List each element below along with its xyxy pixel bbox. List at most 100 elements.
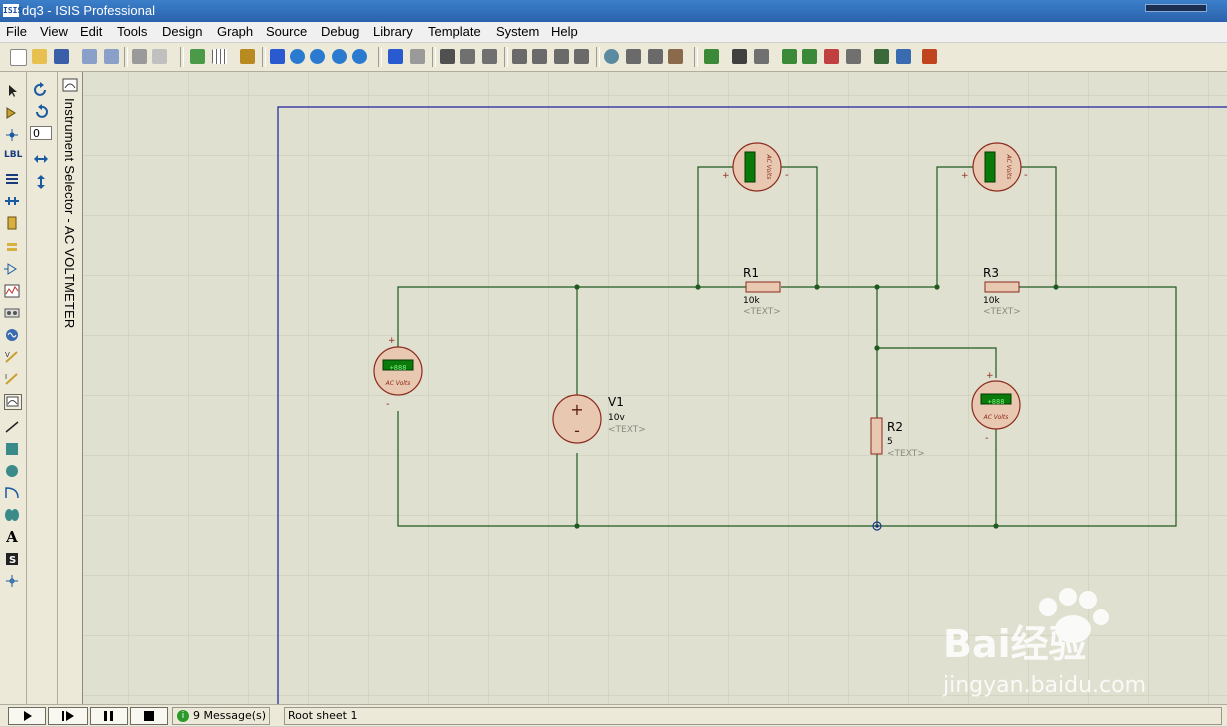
meter-right-label: AC Volts [983, 414, 1009, 421]
circle-tool-icon[interactable] [4, 464, 20, 478]
rotate-clockwise-icon[interactable] [33, 82, 49, 101]
voltage-probe-icon[interactable]: V [4, 350, 20, 364]
pause-button[interactable] [90, 707, 128, 725]
import-icon[interactable] [82, 49, 97, 64]
save-icon[interactable] [54, 49, 69, 64]
cut-icon[interactable] [440, 49, 455, 64]
exit-to-parent-icon[interactable] [846, 49, 861, 64]
r2-reference: R2 [887, 420, 903, 434]
origin-icon[interactable] [240, 49, 255, 64]
menu-template[interactable]: Template [428, 24, 481, 39]
menu-debug[interactable]: Debug [321, 24, 359, 39]
make-device-icon[interactable] [626, 49, 641, 64]
graph-mode-icon[interactable] [4, 284, 20, 298]
menu-tools[interactable]: Tools [117, 24, 147, 39]
grid-toggle-icon[interactable] [212, 49, 227, 64]
menu-edit[interactable]: Edit [80, 24, 102, 39]
add-sheet-icon[interactable] [802, 49, 817, 64]
r1-text-field: <TEXT> [743, 307, 781, 317]
instrument-selector-icon[interactable] [62, 78, 78, 95]
export-icon[interactable] [104, 49, 119, 64]
zoom-area-icon[interactable] [352, 49, 367, 64]
step-button[interactable] [48, 707, 88, 725]
schematic-canvas[interactable]: R1 10k <TEXT> R3 10k <TEXT> R2 5 <TEXT> … [83, 72, 1227, 704]
junction-dot-icon[interactable] [4, 128, 20, 142]
remove-sheet-icon[interactable] [824, 49, 839, 64]
property-tool-icon[interactable] [754, 49, 769, 64]
line-tool-icon[interactable] [4, 420, 20, 434]
selection-mode-icon[interactable] [4, 84, 20, 98]
open-folder-icon[interactable] [32, 49, 47, 64]
device-pins-icon[interactable] [4, 262, 20, 276]
zoom-all-icon[interactable] [332, 49, 347, 64]
undo-icon[interactable] [388, 49, 403, 64]
virtual-instruments-icon[interactable] [4, 394, 22, 410]
v1-text-field: <TEXT> [608, 425, 646, 435]
rotate-anticlockwise-icon[interactable] [33, 104, 49, 123]
pick-device-icon[interactable] [604, 49, 619, 64]
wire-autorouter-icon[interactable] [704, 49, 719, 64]
print-icon[interactable] [132, 49, 147, 64]
stop-button[interactable] [130, 707, 168, 725]
marker-tool-icon[interactable] [4, 574, 20, 588]
wire-label-icon[interactable]: LBL [4, 150, 22, 164]
path-tool-icon[interactable] [4, 508, 20, 522]
zoom-in-icon[interactable] [290, 49, 305, 64]
paste-icon[interactable] [482, 49, 497, 64]
block-copy-icon[interactable] [512, 49, 527, 64]
meter-r1-plus: + [722, 171, 730, 181]
toolbar-separator [262, 47, 266, 67]
refresh-icon[interactable] [190, 49, 205, 64]
mirror-vertical-icon[interactable] [34, 174, 48, 193]
message-count[interactable]: i 9 Message(s) [172, 707, 270, 725]
menu-design[interactable]: Design [162, 24, 202, 39]
meter-r1-label: AC Volts [765, 154, 772, 180]
meter-r3-plus: + [961, 171, 969, 181]
print-area-icon[interactable] [152, 49, 167, 64]
zoom-out-icon[interactable] [310, 49, 325, 64]
component-mode-icon[interactable] [4, 106, 20, 120]
menu-graph[interactable]: Graph [217, 24, 253, 39]
redo-icon[interactable] [410, 49, 425, 64]
box-tool-icon[interactable] [4, 442, 20, 456]
decompose-icon[interactable] [668, 49, 683, 64]
search-tag-icon[interactable] [732, 49, 747, 64]
toolbar-separator [378, 47, 382, 67]
block-delete-icon[interactable] [574, 49, 589, 64]
terminals-icon[interactable] [4, 240, 20, 254]
electrical-rule-check-icon[interactable] [896, 49, 911, 64]
subcircuit-icon[interactable] [4, 216, 20, 230]
packaging-tool-icon[interactable] [648, 49, 663, 64]
menu-view[interactable]: View [40, 24, 68, 39]
arc-tool-icon[interactable] [4, 486, 20, 500]
menu-bar: File View Edit Tools Design Graph Source… [0, 22, 1227, 43]
menu-library[interactable]: Library [373, 24, 413, 39]
instrument-selector-title: Instrument Selector - AC VOLTMETER [62, 98, 77, 329]
pan-icon[interactable] [270, 49, 285, 64]
mirror-horizontal-icon[interactable] [33, 152, 49, 169]
copy-icon[interactable] [460, 49, 475, 64]
text-script-icon[interactable] [4, 172, 20, 186]
toolbar-separator [694, 47, 698, 67]
new-sheet-icon[interactable] [782, 49, 797, 64]
block-rotate-icon[interactable] [554, 49, 569, 64]
menu-file[interactable]: File [6, 24, 27, 39]
buses-icon[interactable] [4, 194, 20, 208]
schematic-drawing[interactable]: R1 10k <TEXT> R3 10k <TEXT> R2 5 <TEXT> … [83, 72, 1227, 704]
text-tool-icon[interactable]: A [4, 530, 20, 545]
ares-netlist-icon[interactable] [922, 49, 937, 64]
rotation-angle-input[interactable]: 0 [30, 126, 52, 140]
play-button[interactable] [8, 707, 46, 725]
bill-of-materials-icon[interactable] [874, 49, 889, 64]
new-file-icon[interactable] [10, 49, 27, 66]
v1-value: 10v [608, 413, 625, 423]
symbol-tool-icon[interactable]: S [4, 552, 20, 566]
current-probe-icon[interactable]: I [4, 372, 20, 386]
block-move-icon[interactable] [532, 49, 547, 64]
menu-help[interactable]: Help [551, 24, 578, 39]
menu-source[interactable]: Source [266, 24, 307, 39]
menu-system[interactable]: System [496, 24, 539, 39]
tape-recorder-icon[interactable] [4, 306, 20, 320]
generator-mode-icon[interactable] [4, 328, 20, 342]
meter-r3-label: AC Volts [1005, 154, 1012, 180]
